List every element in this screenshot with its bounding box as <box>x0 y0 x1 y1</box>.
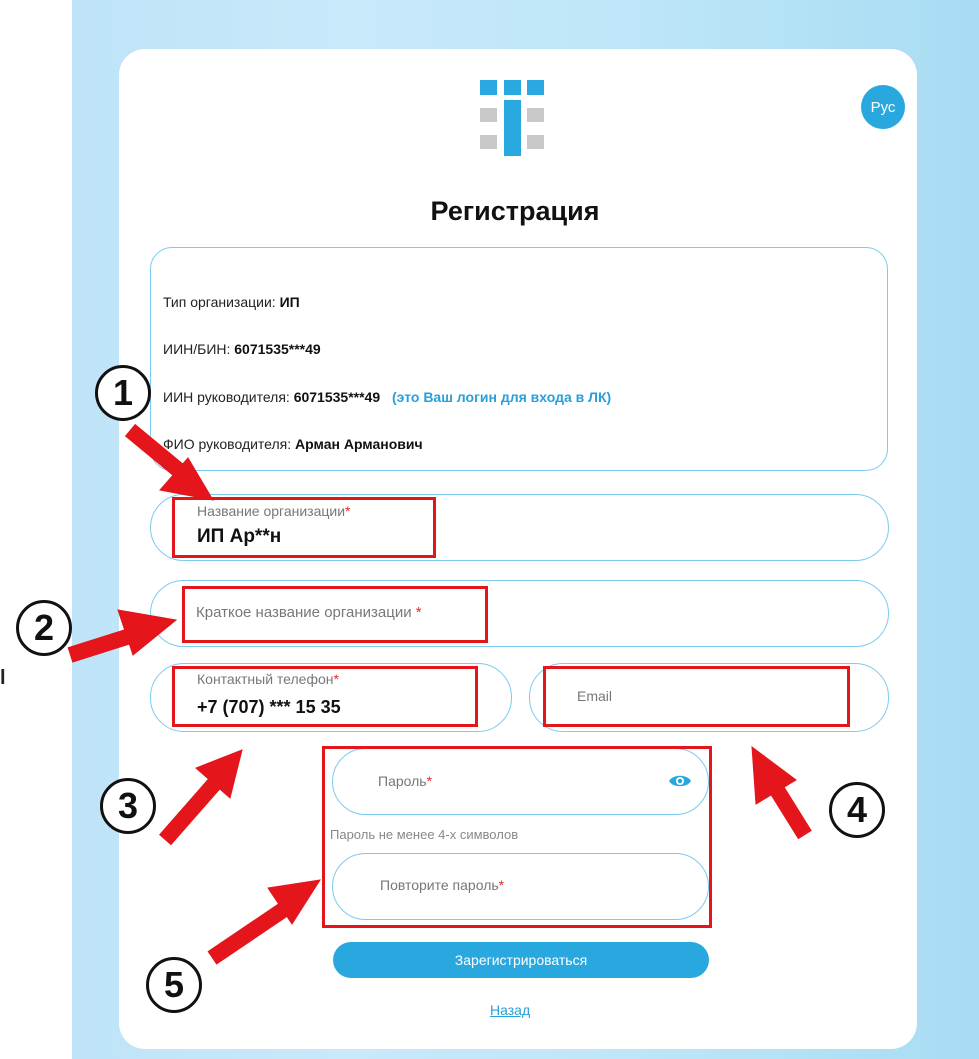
stray-text: l <box>0 667 6 689</box>
info-head-name-value: Арман Арманович <box>295 436 423 452</box>
highlight-box-phone <box>172 666 478 727</box>
highlight-box-email <box>543 666 850 727</box>
highlight-box-passwords <box>322 746 712 928</box>
info-head-iin: ИИН руководителя: 6071535***49 (это Ваш … <box>163 389 611 405</box>
login-hint: (это Ваш логин для входа в ЛК) <box>392 389 612 405</box>
highlight-box-org-name <box>172 497 436 558</box>
info-iin-bin-label: ИИН/БИН: <box>163 341 231 357</box>
tiled-logo-icon <box>480 80 544 156</box>
info-iin-bin-value: 6071535***49 <box>234 341 321 357</box>
info-org-type-label: Тип организации: <box>163 294 276 310</box>
register-button[interactable]: Зарегистрироваться <box>333 942 709 978</box>
info-head-iin-value: 6071535***49 <box>293 389 381 405</box>
back-link[interactable]: Назад <box>490 1002 530 1018</box>
annotation-badge-2: 2 <box>16 600 72 656</box>
info-org-type: Тип организации: ИП <box>163 294 300 310</box>
info-org-type-value: ИП <box>279 294 300 310</box>
page-title: Регистрация <box>430 196 600 226</box>
annotation-badge-4: 4 <box>829 782 885 838</box>
annotation-badge-5: 5 <box>146 957 202 1013</box>
annotation-badge-3: 3 <box>100 778 156 834</box>
info-head-name: ФИО руководителя: Арман Арманович <box>163 436 423 452</box>
highlight-box-short-name <box>182 586 488 643</box>
info-head-iin-label: ИИН руководителя: <box>163 389 290 405</box>
language-button[interactable]: Рус <box>861 85 905 129</box>
annotation-badge-1: 1 <box>95 365 151 421</box>
info-iin-bin: ИИН/БИН: 6071535***49 <box>163 341 321 357</box>
info-head-name-label: ФИО руководителя: <box>163 436 292 452</box>
